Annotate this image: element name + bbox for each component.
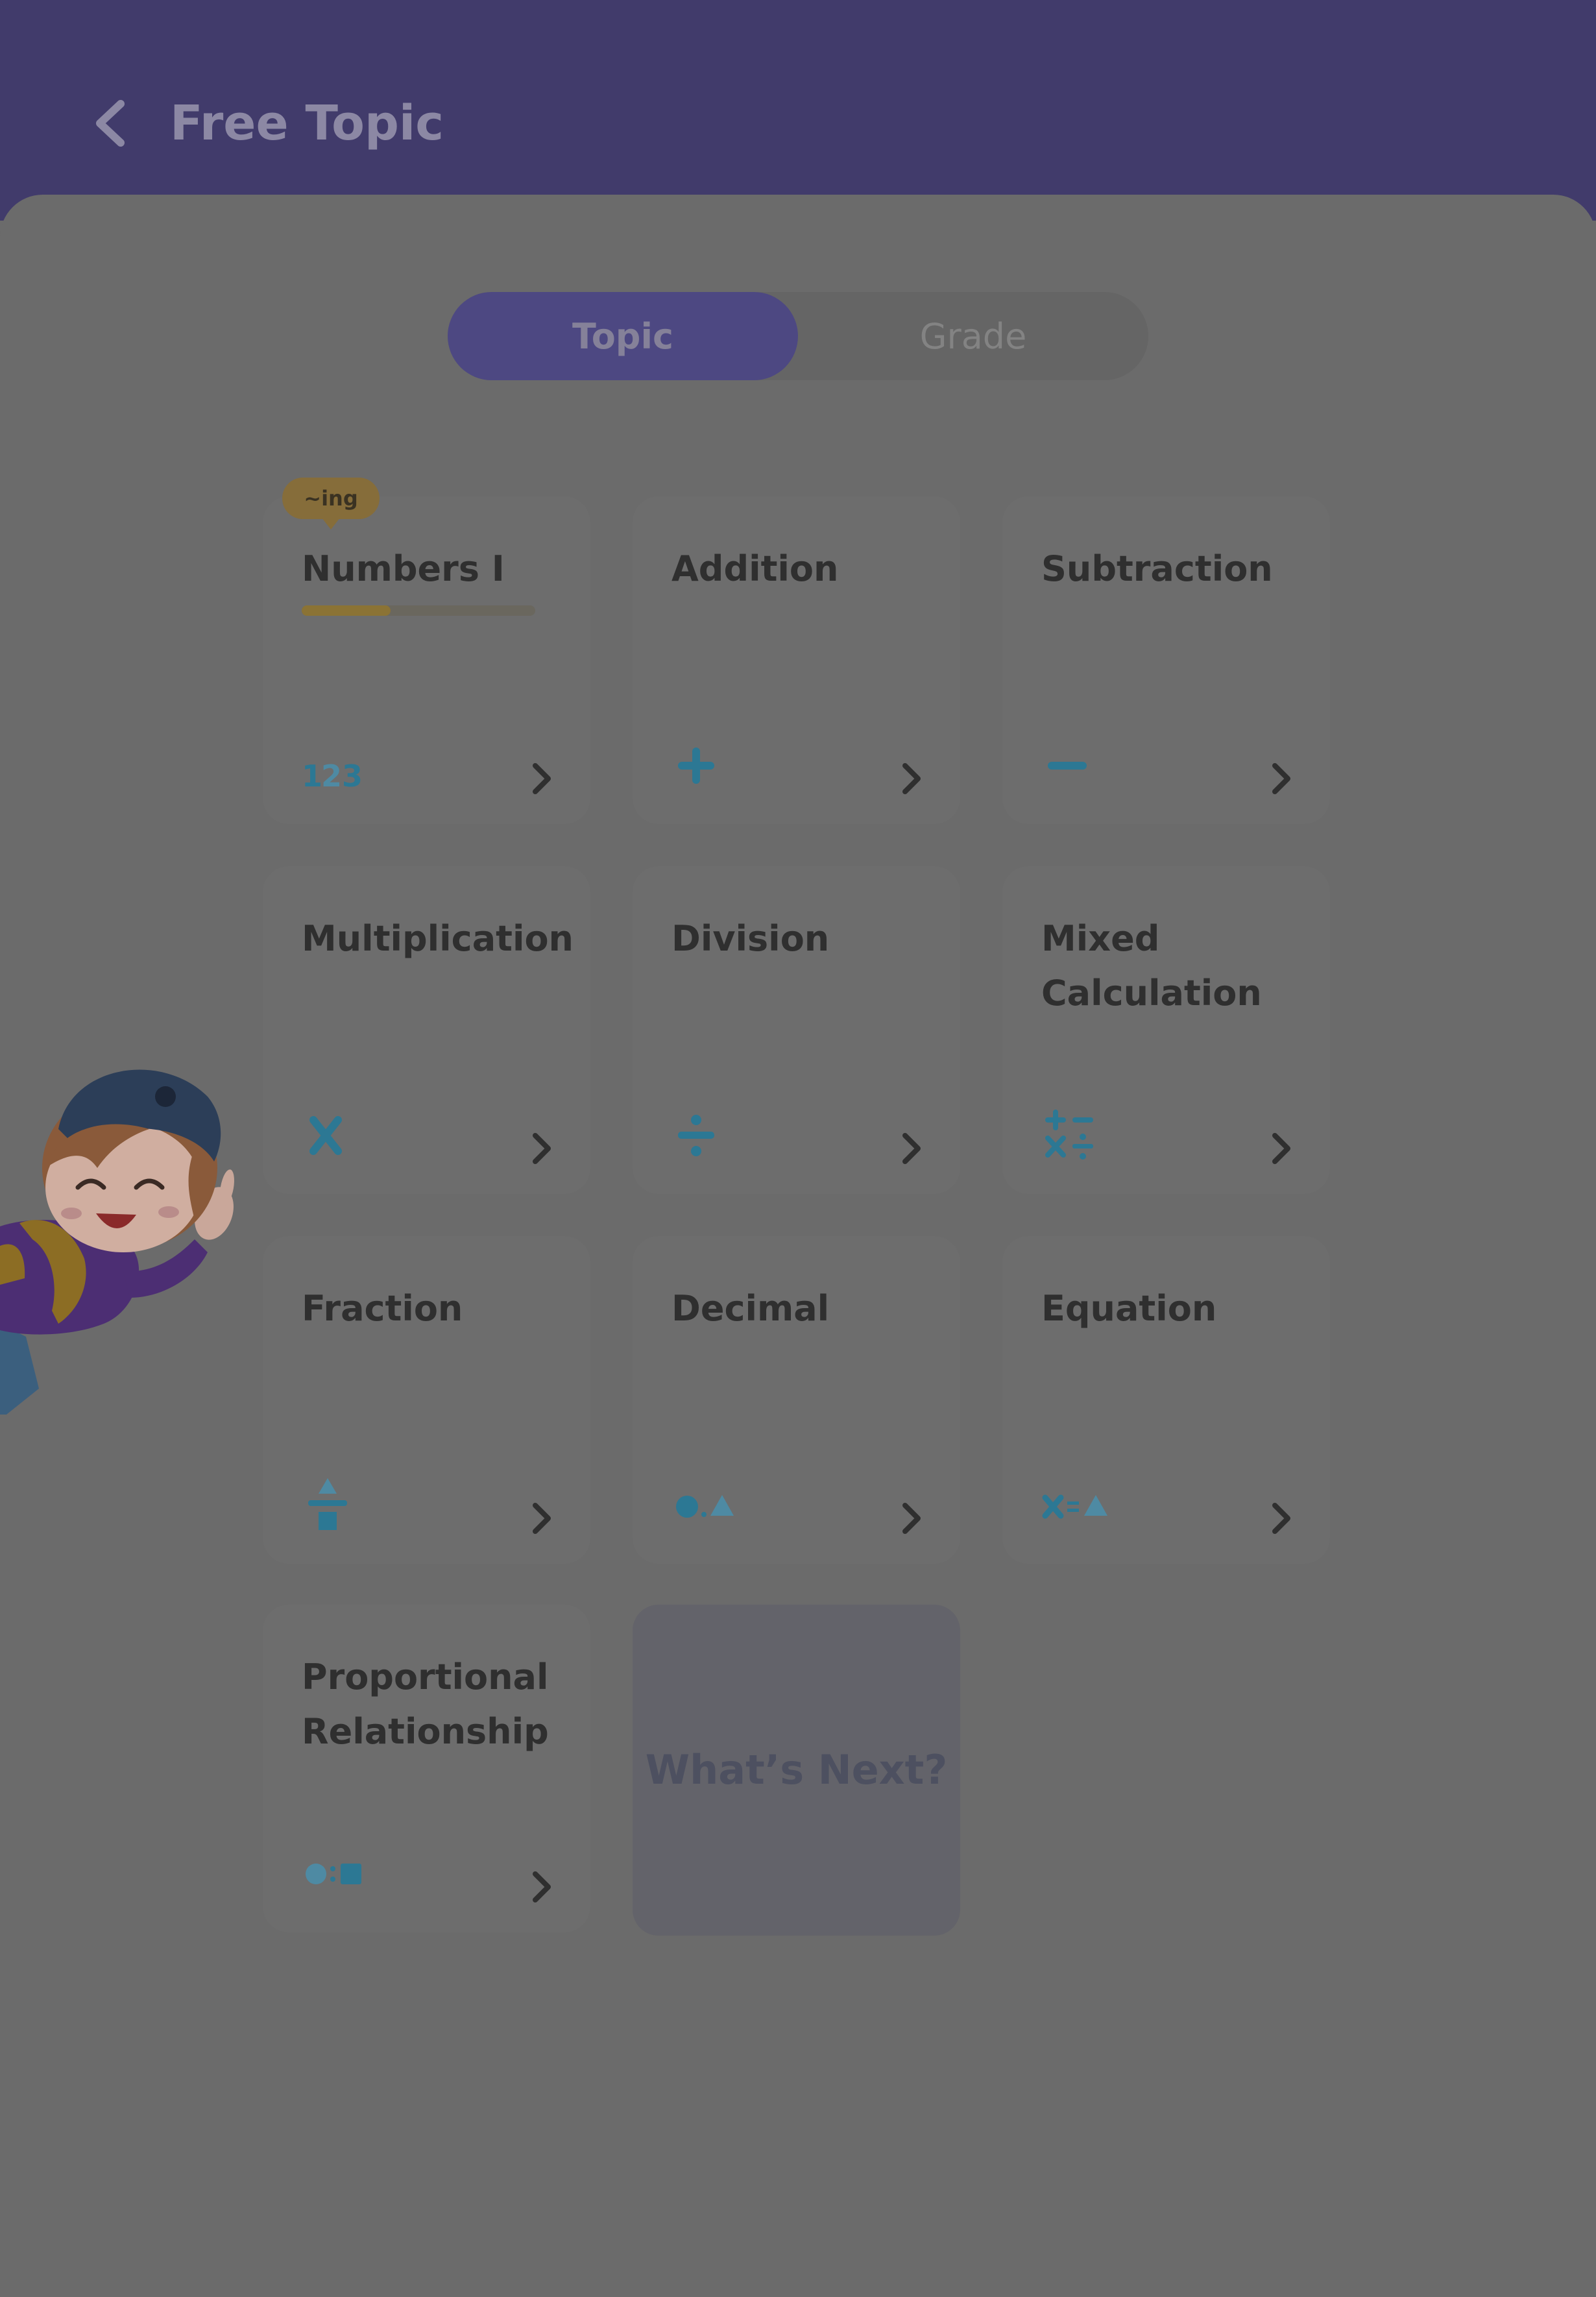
topic-card-mixed-calculation[interactable]: Mixed Calculation xyxy=(1002,866,1330,1194)
chevron-right-icon xyxy=(529,759,555,798)
topic-card-decimal[interactable]: Decimal xyxy=(633,1236,960,1564)
chevron-right-icon xyxy=(899,1129,925,1168)
chevron-right-icon xyxy=(529,1867,555,1906)
chevron-right-icon xyxy=(529,1129,555,1168)
plus-icon xyxy=(669,727,766,798)
chevron-right-icon xyxy=(1268,759,1294,798)
topic-card-equation[interactable]: Equation xyxy=(1002,1236,1330,1564)
topic-card-division[interactable]: Division xyxy=(633,866,960,1194)
card-title: Fraction xyxy=(302,1288,463,1329)
card-title: Equation xyxy=(1041,1288,1217,1329)
topic-card-numbers[interactable]: Numbers I 1 2 3 xyxy=(263,496,590,824)
card-title: Subtraction xyxy=(1041,548,1273,589)
topic-card-subtraction[interactable]: Subtraction xyxy=(1002,496,1330,824)
whats-next-label: What’s Next? xyxy=(645,1746,948,1793)
minus-icon xyxy=(1039,727,1136,798)
chevron-right-icon xyxy=(899,1499,925,1538)
topic-card-multiplication[interactable]: Multiplication xyxy=(263,866,590,1194)
badge-tail xyxy=(322,518,340,529)
topic-card-addition[interactable]: Addition xyxy=(633,496,960,824)
chevron-right-icon xyxy=(1268,1129,1294,1168)
whats-next-card: What’s Next? xyxy=(633,1605,960,1936)
card-title: Multiplication xyxy=(302,918,574,959)
equation-icon xyxy=(1039,1466,1136,1538)
svg-text:1: 1 xyxy=(302,759,322,794)
svg-text:3: 3 xyxy=(342,759,363,794)
in-progress-badge: ~ing xyxy=(282,478,380,519)
progress-bar xyxy=(302,605,535,616)
card-title: Numbers I xyxy=(302,548,505,589)
chevron-left-icon xyxy=(96,100,125,147)
tab-grade[interactable]: Grade xyxy=(798,292,1148,380)
svg-text:2: 2 xyxy=(321,759,342,794)
divide-icon xyxy=(669,1097,766,1168)
card-title: Decimal xyxy=(671,1288,830,1329)
card-title: Mixed Calculation xyxy=(1041,918,1262,1014)
topic-card-fraction[interactable]: Fraction xyxy=(263,1236,590,1564)
mixed-operations-icon xyxy=(1039,1097,1136,1168)
chevron-right-icon xyxy=(529,1499,555,1538)
decimal-icon xyxy=(669,1466,766,1538)
numbers-123-icon: 1 2 3 xyxy=(299,727,396,798)
card-title: Proportional Relationship xyxy=(302,1657,549,1752)
fraction-icon xyxy=(299,1466,396,1538)
topic-card-proportional-relationship[interactable]: Proportional Relationship xyxy=(263,1605,590,1932)
ratio-icon xyxy=(299,1835,396,1906)
header-bar: Free Topic xyxy=(0,0,1596,221)
back-button[interactable] xyxy=(84,94,136,152)
card-title: Division xyxy=(671,918,830,959)
progress-fill xyxy=(302,605,391,616)
card-title: Addition xyxy=(671,548,839,589)
boy-mascot-illustration xyxy=(0,1069,234,1415)
page-title: Free Topic xyxy=(170,95,444,151)
times-icon xyxy=(299,1097,396,1168)
chevron-right-icon xyxy=(1268,1499,1294,1538)
chevron-right-icon xyxy=(899,759,925,798)
tab-topic[interactable]: Topic xyxy=(448,292,798,380)
segment-control: Topic Grade xyxy=(448,292,1148,380)
